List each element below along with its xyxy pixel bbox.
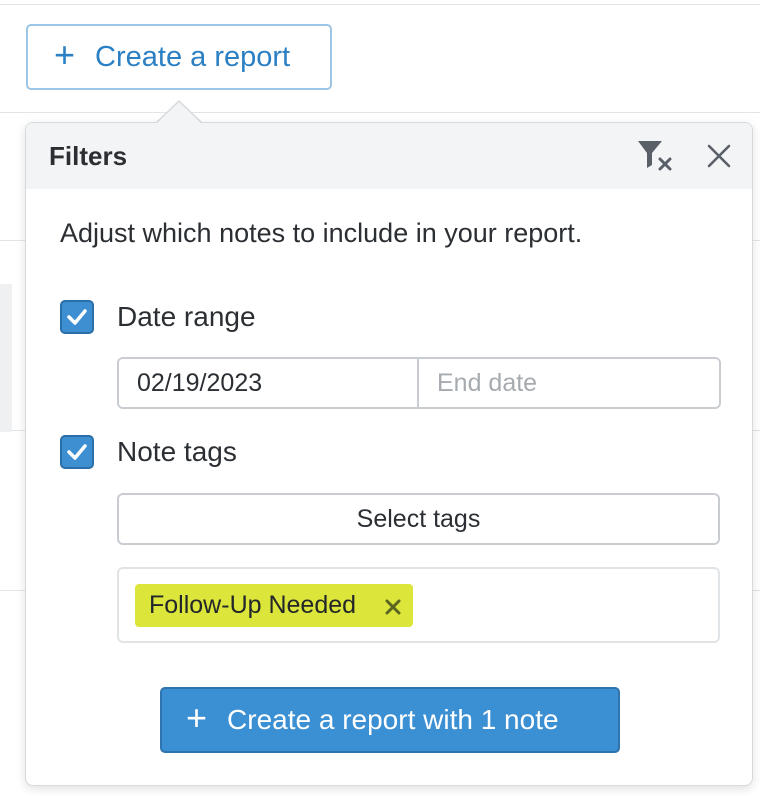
- check-icon: [67, 444, 87, 460]
- note-tags-label: Note tags: [117, 436, 237, 467]
- plus-icon: +: [54, 34, 76, 75]
- create-report-button[interactable]: + Create a report: [26, 24, 332, 90]
- tag-chip: Follow-Up Needed: [135, 584, 413, 627]
- close-icon[interactable]: [706, 143, 732, 169]
- filters-popover: Filters Adjust which notes to include in…: [25, 122, 753, 786]
- plus-icon: +: [186, 697, 208, 738]
- create-report-with-notes-label: Create a report with 1 note: [227, 704, 559, 735]
- filter-clear-icon[interactable]: [636, 139, 676, 173]
- background-divider: [0, 112, 760, 113]
- filters-description: Adjust which notes to include in your re…: [60, 218, 583, 248]
- start-date-field[interactable]: [119, 359, 419, 407]
- create-report-with-notes-button[interactable]: + Create a report with 1 note: [160, 687, 620, 753]
- background-divider: [0, 4, 760, 5]
- create-report-label: Create a report: [95, 40, 291, 73]
- date-range-checkbox[interactable]: [60, 300, 94, 334]
- popover-title: Filters: [49, 140, 128, 171]
- check-icon: [67, 309, 87, 325]
- tag-label: Follow-Up Needed: [149, 591, 357, 619]
- select-tags-button[interactable]: Select tags: [117, 493, 720, 545]
- date-range-label: Date range: [117, 301, 256, 332]
- background-panel-edge: [0, 284, 12, 432]
- end-date-field[interactable]: [419, 359, 719, 407]
- note-tags-checkbox[interactable]: [60, 435, 94, 469]
- date-range-inputs: [117, 357, 721, 409]
- remove-tag-icon[interactable]: [383, 595, 403, 615]
- popover-caret-fill: [157, 102, 201, 123]
- popover-header: Filters: [26, 123, 752, 189]
- selected-tags-list: Follow-Up Needed: [117, 567, 720, 643]
